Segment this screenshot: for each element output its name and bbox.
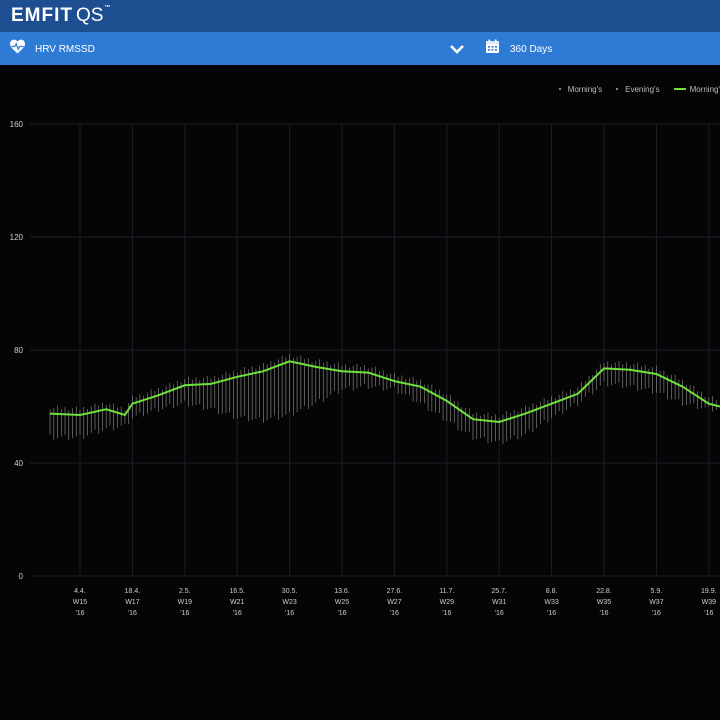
chart-grid bbox=[30, 123, 720, 577]
heart-rate-icon bbox=[9, 39, 26, 59]
x-tick-label: 11.7. bbox=[439, 588, 454, 595]
x-tick-label: W15 bbox=[73, 599, 88, 606]
calendar-icon bbox=[485, 39, 500, 59]
x-tick-label: '16 bbox=[128, 610, 137, 617]
x-tick-label: 22.8. bbox=[596, 588, 612, 595]
x-tick-label: W25 bbox=[335, 599, 350, 606]
hrv-chart: 0 40 80 120 160 4.4. W15 '16 18.4. W17 '16 2.5. W19… bbox=[10, 120, 720, 617]
chart-legend: Morning's Evening's Morning' bbox=[545, 82, 720, 96]
x-tick-label: 5.9. bbox=[651, 588, 663, 595]
morning-trend-line bbox=[50, 360, 720, 424]
x-tick-label: 4.4. bbox=[74, 588, 86, 595]
x-tick-label: '16 bbox=[390, 610, 399, 617]
x-tick-label: 13.6. bbox=[334, 588, 350, 595]
x-tick-label: W23 bbox=[282, 599, 297, 606]
legend-dot-marker bbox=[616, 88, 619, 90]
morning-readings-series bbox=[49, 354, 717, 445]
x-tick-label: 18.4. bbox=[125, 588, 141, 595]
x-tick-label: '16 bbox=[337, 610, 346, 617]
legend-label-evenings: Evening's bbox=[625, 84, 660, 94]
x-tick-label: W19 bbox=[178, 599, 193, 606]
y-tick-label: 80 bbox=[14, 346, 23, 355]
x-tick-label: '16 bbox=[75, 610, 84, 617]
metric-toolbar: HRV RMSSD 360 Days bbox=[0, 32, 720, 65]
brand-name: EMFIT bbox=[11, 5, 73, 26]
x-tick-label: W29 bbox=[440, 599, 455, 606]
x-tick-label: 2.5. bbox=[179, 588, 191, 595]
x-tick-label: '16 bbox=[547, 610, 556, 617]
app-logo: EMFIT QS™ bbox=[11, 5, 111, 27]
metric-selector[interactable]: HRV RMSSD bbox=[9, 39, 95, 59]
x-axis-ticks: 4.4. W15 '16 18.4. W17 '16 2.5. W19 '16 16.5. W21 '… bbox=[73, 588, 717, 617]
x-tick-label: W21 bbox=[230, 599, 245, 606]
y-tick-label: 0 bbox=[19, 572, 24, 581]
x-tick-label: W37 bbox=[649, 599, 664, 606]
x-tick-label: 27.6. bbox=[387, 588, 403, 595]
x-tick-label: W39 bbox=[702, 599, 717, 606]
legend-label-morning-trend: Morning' bbox=[689, 84, 720, 94]
x-tick-label: 16.5. bbox=[229, 588, 245, 595]
top-bar: EMFIT QS™ bbox=[0, 0, 720, 32]
date-range-selector[interactable]: 360 Days bbox=[485, 39, 553, 59]
legend-line-marker bbox=[673, 88, 686, 90]
x-tick-label: 8.8. bbox=[546, 588, 558, 595]
legend-item-mornings[interactable]: Morning's bbox=[558, 84, 603, 94]
y-tick-label: 160 bbox=[10, 120, 24, 129]
x-tick-label: W31 bbox=[492, 599, 507, 606]
legend-dot-marker bbox=[558, 88, 561, 90]
x-tick-label: 19.9. bbox=[701, 588, 717, 595]
x-tick-label: '16 bbox=[599, 610, 608, 617]
x-tick-label: '16 bbox=[180, 610, 189, 617]
x-tick-label: W27 bbox=[387, 599, 402, 606]
x-tick-label: W35 bbox=[597, 599, 612, 606]
chevron-down-icon[interactable] bbox=[448, 41, 466, 57]
x-tick-label: 25.7. bbox=[491, 588, 507, 595]
x-tick-label: '16 bbox=[285, 610, 294, 617]
x-tick-label: '16 bbox=[495, 610, 504, 617]
brand-suffix: QS bbox=[76, 5, 104, 26]
brand-trademark: ™ bbox=[104, 5, 112, 11]
x-tick-label: '16 bbox=[233, 610, 242, 617]
date-range-label: 360 Days bbox=[510, 43, 553, 55]
x-tick-label: '16 bbox=[704, 610, 713, 617]
legend-label-mornings: Morning's bbox=[567, 84, 603, 94]
metric-label: HRV RMSSD bbox=[35, 43, 95, 55]
x-tick-label: 30.5. bbox=[282, 588, 298, 595]
x-tick-label: W33 bbox=[544, 599, 559, 606]
legend-item-morning-trend[interactable]: Morning' bbox=[673, 84, 720, 94]
x-tick-label: '16 bbox=[652, 610, 661, 617]
y-tick-label: 120 bbox=[10, 233, 24, 242]
x-tick-label: W17 bbox=[125, 599, 140, 606]
y-tick-label: 40 bbox=[14, 459, 23, 468]
x-tick-label: '16 bbox=[442, 610, 451, 617]
legend-item-evenings[interactable]: Evening's bbox=[616, 84, 660, 94]
y-axis-ticks: 0 40 80 120 160 bbox=[10, 120, 24, 581]
